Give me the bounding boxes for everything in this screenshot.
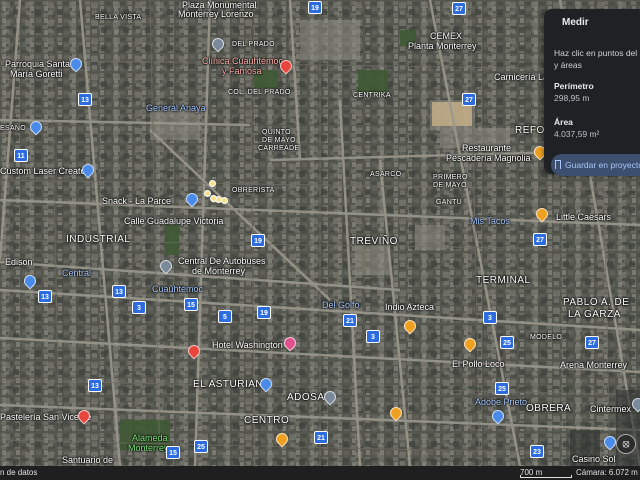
place-label[interactable]: Adobe Prieto	[475, 397, 527, 407]
place-label[interactable]: ADOSA	[287, 393, 325, 403]
route-shield: 27	[452, 2, 466, 15]
route-shield: 27	[462, 93, 476, 106]
route-shield: 3	[366, 330, 380, 343]
place-label[interactable]: Custom Laser Creators	[0, 166, 93, 176]
route-shield: 25	[500, 336, 514, 349]
place-label[interactable]: Pescadería Magnolia	[446, 153, 531, 163]
camera-altitude: Cámara: 6.072 m	[576, 468, 638, 477]
panel-description: Haz clic en puntos del mapa y áreas	[554, 48, 640, 70]
place-label[interactable]: OBRERISTA	[232, 186, 275, 196]
place-label[interactable]: María Goretti	[10, 69, 63, 79]
route-shield: 3	[483, 311, 497, 324]
place-label[interactable]: Central	[62, 268, 91, 278]
route-shield: 23	[530, 445, 544, 458]
place-label[interactable]: Indio Azteca	[385, 302, 434, 312]
measure-point[interactable]	[209, 180, 216, 187]
place-label[interactable]: General Anaya	[146, 103, 206, 113]
place-label[interactable]: Clínica Cuauhtémoc	[202, 56, 283, 66]
place-label[interactable]: OBRERA	[526, 404, 571, 414]
route-shield: 19	[257, 306, 271, 319]
place-label[interactable]: MODELO	[530, 333, 562, 343]
bookmark-icon	[555, 160, 561, 169]
place-label[interactable]: y Famosa	[222, 66, 262, 76]
route-shield: 3	[132, 301, 146, 314]
place-label[interactable]: El Pollo Loco	[452, 359, 505, 369]
compass-icon[interactable]: ⦻	[616, 434, 636, 454]
place-label[interactable]: Monterrey	[128, 443, 169, 453]
route-shield: 13	[78, 93, 92, 106]
route-shield: 27	[533, 233, 547, 246]
route-shield: 25	[495, 382, 509, 395]
place-label[interactable]: Arena Monterrey	[560, 360, 627, 370]
place-label[interactable]: Little Caesars	[556, 212, 611, 222]
place-label[interactable]: Monterrey Lorenzo	[178, 9, 254, 19]
place-label[interactable]: Edison	[5, 257, 33, 267]
place-label[interactable]: Carnicería La	[494, 72, 548, 82]
place-label[interactable]: Alameda	[132, 433, 168, 443]
place-label[interactable]: INDUSTRIAL	[66, 235, 130, 245]
route-shield: 27	[585, 336, 599, 349]
route-shield: 15	[184, 298, 198, 311]
place-label[interactable]: Cuauhtémoc	[152, 284, 203, 294]
place-label[interactable]: BELLA VISTA	[95, 13, 141, 23]
scale-bar	[520, 475, 572, 478]
place-label[interactable]: de Monterrey	[192, 266, 245, 276]
place-label[interactable]: CARREADE	[258, 144, 299, 154]
place-label[interactable]: GANTU	[436, 198, 462, 208]
measure-point[interactable]	[221, 197, 228, 204]
place-label[interactable]: COL. DEL PRADO	[228, 88, 291, 98]
place-label[interactable]: Hotel Washington	[212, 340, 283, 350]
place-label[interactable]: CENTRIKA	[353, 91, 391, 101]
panel-title: Medir	[562, 17, 589, 28]
place-label[interactable]: ASARCO	[370, 170, 401, 180]
place-label[interactable]: CEMEX	[430, 31, 462, 41]
route-shield: 19	[308, 1, 322, 14]
place-label[interactable]: PABLO A. DE	[563, 298, 629, 308]
route-shield: 15	[166, 446, 180, 459]
place-label[interactable]: Mis Tacos	[470, 216, 510, 226]
place-label[interactable]: LA GARZA	[568, 310, 621, 320]
place-label[interactable]: CENTRO	[244, 416, 289, 426]
route-shield: 13	[112, 285, 126, 298]
save-to-project-label: Guardar en proyecto	[565, 160, 640, 170]
route-shield: 21	[314, 431, 328, 444]
place-label[interactable]: Santuario de	[62, 455, 113, 465]
perimeter-value: 298,95 m	[554, 93, 590, 103]
place-label[interactable]: Central De Autobuses	[178, 256, 266, 266]
place-label[interactable]: Casino Sol	[572, 454, 616, 464]
place-label[interactable]: ESANO	[0, 124, 26, 134]
perimeter-label: Perímetro	[554, 81, 594, 91]
attribution-text[interactable]: n de datos	[0, 466, 37, 480]
place-label[interactable]: Snack - La Parce	[102, 196, 171, 206]
area-value: 4.037,59 m²	[554, 129, 600, 139]
route-shield: 19	[251, 234, 265, 247]
save-to-project-button[interactable]: Guardar en proyecto	[551, 154, 640, 176]
route-shield: 13	[38, 290, 52, 303]
measure-panel: Medir Haz clic en puntos del mapa y área…	[544, 9, 640, 176]
route-shield: 11	[14, 149, 28, 162]
place-label[interactable]: Restaurante	[462, 143, 511, 153]
place-label[interactable]: Del Golfo	[322, 300, 360, 310]
route-shield: 25	[194, 440, 208, 453]
place-label[interactable]: Parroquia Santa	[5, 59, 70, 69]
measure-point[interactable]	[210, 195, 217, 202]
map-footer: n de datos 700 m Cámara: 6.072 m	[0, 466, 640, 480]
place-label[interactable]: Calle Guadalupe Victoria	[124, 216, 223, 226]
route-shield: 5	[218, 310, 232, 323]
place-label[interactable]: TREVIÑO	[350, 237, 398, 247]
place-label[interactable]: Cintermex	[590, 404, 631, 414]
route-shield: 21	[343, 314, 357, 327]
place-label[interactable]: Planta Monterrey	[408, 41, 477, 51]
place-label[interactable]: DE MAYO	[433, 181, 467, 191]
area-label: Área	[554, 117, 573, 127]
route-shield: 13	[88, 379, 102, 392]
place-label[interactable]: TERMINAL	[476, 276, 531, 286]
place-label[interactable]: DEL PRADO	[232, 40, 275, 50]
